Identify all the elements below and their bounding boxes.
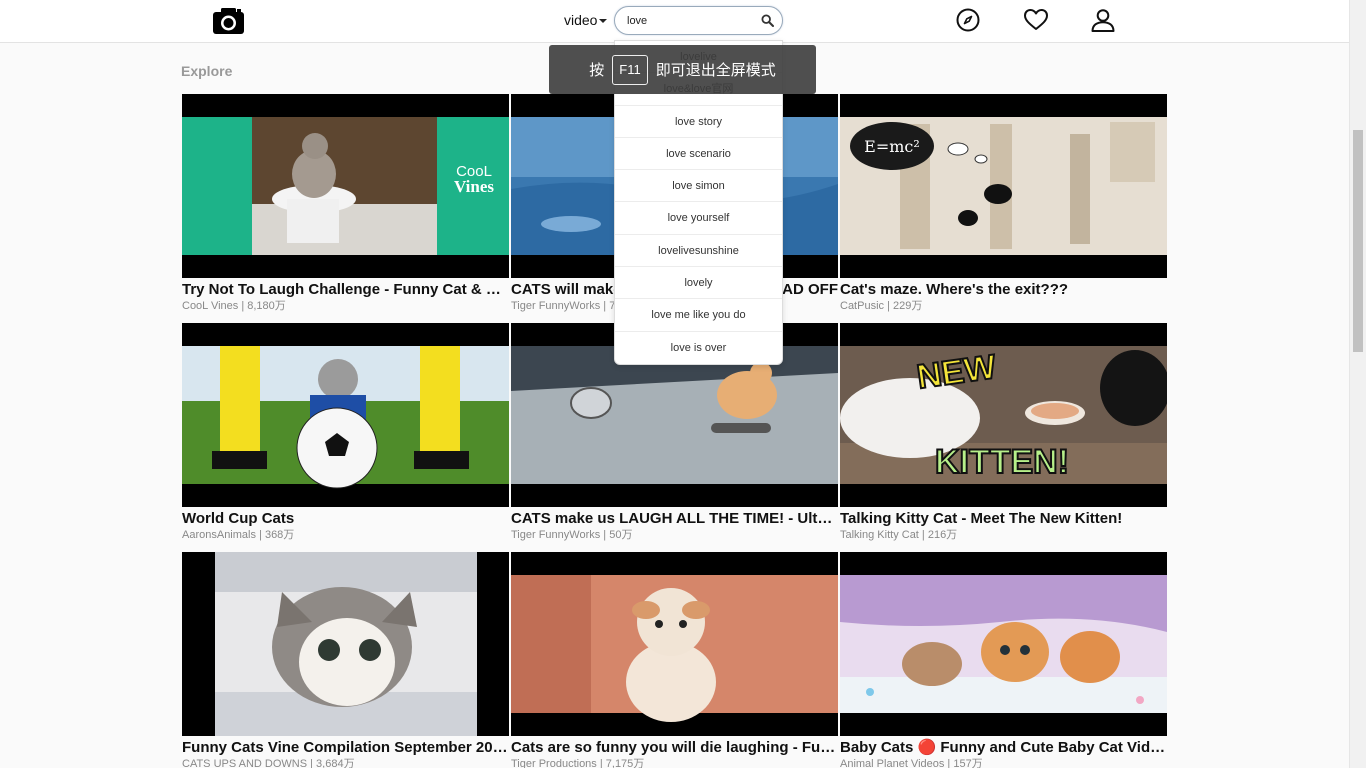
video-thumbnail-image: E=mc²: [840, 117, 1167, 255]
top-navigation-bar: video: [0, 0, 1349, 43]
vertical-scrollbar[interactable]: [1349, 0, 1366, 768]
video-thumbnail[interactable]: NEW KITTEN!: [840, 323, 1167, 507]
suggestion-item[interactable]: love scenario: [615, 138, 782, 171]
suggestion-item[interactable]: love me like you do: [615, 299, 782, 332]
video-thumbnail[interactable]: E=mc²: [840, 94, 1167, 278]
video-card[interactable]: Cats are so funny you will die laughing …: [511, 552, 838, 768]
type-selector[interactable]: video: [564, 12, 608, 28]
video-meta: Talking Kitty Cat | 216万: [840, 529, 958, 541]
video-meta: CooL Vines | 8,180万: [182, 300, 286, 312]
video-thumbnail[interactable]: [182, 552, 509, 736]
search-input[interactable]: [627, 12, 757, 30]
search-box: [614, 6, 783, 35]
video-title[interactable]: Talking Kitty Cat - Meet The New Kitten!: [840, 509, 1167, 528]
video-thumbnail-image: [215, 552, 477, 736]
video-thumbnail[interactable]: [840, 552, 1167, 736]
video-thumbnail-image: [182, 346, 509, 489]
toast-key: F11: [612, 54, 648, 85]
suggestion-item[interactable]: love is over: [615, 332, 782, 364]
video-card[interactable]: Funny Cats Vine Compilation September 20…: [182, 552, 509, 768]
search-icon[interactable]: [761, 14, 774, 27]
suggestion-item[interactable]: love yourself: [615, 202, 782, 235]
video-thumbnail-image: NEW KITTEN!: [840, 346, 1167, 484]
video-title[interactable]: Baby Cats 🔴 Funny and Cute Baby Cat Vide…: [840, 738, 1167, 757]
video-title[interactable]: World Cup Cats: [182, 509, 509, 528]
suggestion-item[interactable]: lovelivesunshine: [615, 235, 782, 268]
camera-icon[interactable]: [212, 6, 245, 35]
fullscreen-exit-toast: 按 F11 即可退出全屏模式: [549, 45, 816, 94]
video-title[interactable]: Try Not To Laugh Challenge - Funny Cat &…: [182, 280, 509, 299]
video-meta: Animal Planet Videos | 157万: [840, 758, 983, 768]
video-card[interactable]: World Cup Cats AaronsAnimals | 368万: [182, 323, 509, 542]
video-thumbnail[interactable]: [182, 323, 509, 507]
video-thumbnail-image: [840, 575, 1167, 713]
compass-icon[interactable]: [955, 7, 981, 33]
suggestion-item[interactable]: love story: [615, 106, 782, 138]
toast-suffix: 即可退出全屏模式: [655, 62, 776, 79]
video-card[interactable]: E=mc² Cat's maze. Where's the exit??? Ca…: [840, 94, 1167, 313]
thumbnail-text: KITTEN!: [935, 443, 1069, 481]
chevron-down-icon: [599, 19, 608, 23]
suggestion-item[interactable]: love simon: [615, 170, 782, 203]
video-card[interactable]: CooL Vines Try Not To Laugh Challenge - …: [182, 94, 509, 313]
user-icon[interactable]: [1090, 7, 1116, 33]
heart-icon[interactable]: [1023, 7, 1049, 33]
video-meta: AaronsAnimals | 368万: [182, 529, 295, 541]
video-title[interactable]: CATS make us LAUGH ALL THE TIME! - Ultra…: [511, 509, 838, 528]
video-meta: CatPusic | 229万: [840, 300, 923, 312]
video-thumbnail[interactable]: CooL Vines: [182, 94, 509, 278]
video-title[interactable]: Cat's maze. Where's the exit???: [840, 280, 1167, 299]
type-selector-label: video: [564, 12, 598, 28]
video-card[interactable]: Baby Cats 🔴 Funny and Cute Baby Cat Vide…: [840, 552, 1167, 768]
video-thumbnail-image: CooL Vines: [182, 117, 509, 255]
video-card[interactable]: NEW KITTEN! Talking Kitty Cat - Meet The…: [840, 323, 1167, 542]
video-title[interactable]: Cats are so funny you will die laughing …: [511, 738, 838, 757]
video-thumbnail-image: [511, 575, 838, 722]
thumbnail-text: Vines: [454, 177, 494, 196]
thumbnail-text: E=mc²: [864, 137, 920, 156]
video-meta: CATS UPS AND DOWNS | 3,684万: [182, 758, 355, 768]
toast-prefix: 按: [589, 62, 605, 79]
explore-heading: Explore: [181, 63, 233, 79]
suggestion-item[interactable]: lovely: [615, 267, 782, 300]
scrollbar-thumb[interactable]: [1353, 130, 1363, 352]
video-meta: Tiger FunnyWorks | 50万: [511, 529, 633, 541]
video-thumbnail[interactable]: [511, 552, 838, 736]
video-title[interactable]: Funny Cats Vine Compilation September 20…: [182, 738, 509, 757]
video-meta: Tiger Productions | 7,175万: [511, 758, 645, 768]
